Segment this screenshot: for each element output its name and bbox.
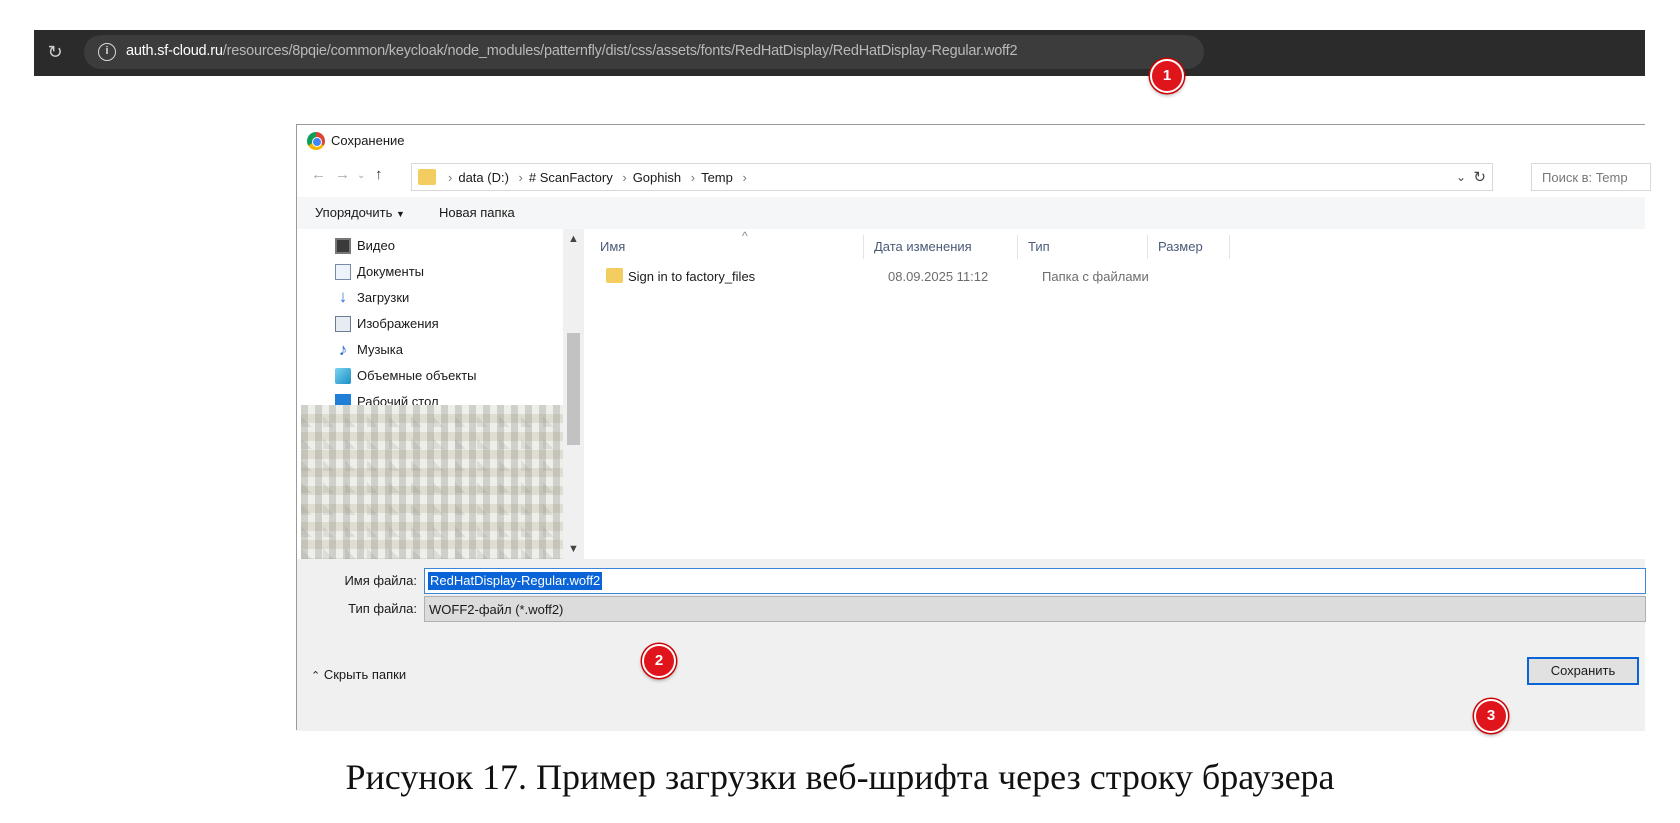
marker-3: 3 [1474,699,1508,733]
up-arrow-icon[interactable]: ↑ [375,166,383,183]
breadcrumb: › data (D:) › # ScanFactory › Gophish › Temp… [448,170,747,185]
column-header-label: Имя [600,239,626,254]
nav-item-label: Объемные объекты [357,368,477,383]
column-header-type[interactable]: Тип [1020,235,1148,259]
documents-icon [335,264,351,280]
filename-input[interactable]: RedHatDisplay-Regular.woff2 [424,568,1646,594]
filetype-value: WOFF2-файл (*.woff2) [429,602,564,617]
images-icon [335,316,351,332]
column-header-size[interactable]: Размер [1150,235,1230,259]
search-input[interactable]: Поиск в: Temp [1531,163,1651,191]
figure-caption: Рисунок 17. Пример загрузки веб-шрифта ч… [345,757,1335,797]
dialog-bottom-panel: Имя файла: RedHatDisplay-Regular.woff2 Т… [297,559,1646,731]
nav-item-music[interactable]: ♪ Музыка [335,339,575,361]
browser-address-bar: ↻ i auth.sf-cloud.ru/resources/8pqie/com… [34,30,1645,76]
url-path: /resources/8pqie/common/keycloak/node_mo… [222,43,1018,59]
refresh-icon[interactable]: ↻ [1473,168,1486,186]
nav-item-downloads[interactable]: ↓ Загрузки [335,287,575,309]
nav-item-images[interactable]: Изображения [335,313,575,335]
path-dropdown-chevron-icon[interactable]: ⌄ [1456,170,1466,184]
scroll-up-arrow-icon[interactable]: ▲ [568,233,579,245]
downloads-icon: ↓ [338,287,348,306]
nav-item-label: Документы [357,264,425,279]
music-icon: ♪ [338,340,348,359]
folder-icon [418,169,436,185]
dialog-title: Сохранение [331,133,405,148]
column-header-name[interactable]: Имя ^ [584,229,864,259]
folder-icon [606,268,623,283]
url-text[interactable]: auth.sf-cloud.ru/resources/8pqie/common/… [126,43,1018,59]
hide-folders-label: Скрыть папки [323,667,407,682]
dialog-toolbar: Упорядочить ▼ Новая папка [297,197,1645,229]
nav-pane-scrollbar[interactable]: ▲ ▼ [563,229,584,559]
video-icon [335,238,351,254]
nav-item-label: Изображения [357,316,439,331]
back-arrow-icon[interactable]: ← [311,166,326,183]
chrome-icon [307,132,325,150]
crumb-gophish[interactable]: Gophish [633,170,681,185]
address-path[interactable]: › data (D:) › # ScanFactory › Gophish › Temp… [411,163,1493,191]
file-date: 08.09.2025 11:12 [888,269,989,284]
column-header-date[interactable]: Дата изменения [866,235,1018,259]
new-folder-button[interactable]: Новая папка [439,205,515,220]
nav-item-label: Загрузки [357,290,410,305]
recent-locations-chevron-icon[interactable]: ⌄ [357,170,365,181]
navigation-pane: Видео Документы ↓ Загрузки Изображения ♪… [297,229,584,559]
marker-2: 2 [642,644,676,678]
table-row[interactable]: Sign in to factory_files 08.09.2025 11:1… [606,265,1206,289]
crumb-drive[interactable]: data (D:) [458,170,509,185]
filetype-select[interactable]: WOFF2-файл (*.woff2) [424,596,1646,622]
scroll-down-arrow-icon[interactable]: ▼ [568,543,579,555]
url-field[interactable]: i auth.sf-cloud.ru/resources/8pqie/commo… [84,35,1204,69]
reload-icon[interactable]: ↻ [44,41,66,63]
filename-label: Имя файла: [344,573,417,588]
search-placeholder: Поиск в: Temp [1542,170,1628,185]
scroll-thumb[interactable] [567,333,580,445]
save-button[interactable]: Сохранить [1527,657,1639,685]
filename-value: RedHatDisplay-Regular.woff2 [428,572,603,590]
file-list: Имя ^ Дата изменения Тип Размер Sign in … [584,229,1646,559]
forward-arrow-icon[interactable]: → [335,166,350,183]
file-type: Папка с файлами [1042,269,1149,284]
dialog-titlebar: Сохранение [297,125,1645,157]
navigation-bar: ← → ⌄ ↑ › data (D:) › # ScanFactory › Gophi… [297,161,1651,193]
crumb-temp[interactable]: Temp [701,170,733,185]
filetype-label: Тип файла: [348,601,417,616]
url-host: auth.sf-cloud.ru [126,43,223,59]
save-dialog: Сохранение ← → ⌄ ↑ › data (D:) › # ScanFac… [296,124,1651,731]
nav-item-documents[interactable]: Документы [335,261,575,283]
site-info-icon[interactable]: i [98,43,116,61]
sort-ascending-icon: ^ [742,229,748,243]
organize-label: Упорядочить [315,205,393,220]
nav-item-label: Видео [357,238,395,253]
3d-objects-icon [335,368,351,384]
organize-button[interactable]: Упорядочить ▼ [315,205,405,220]
nav-item-video[interactable]: Видео [335,235,575,257]
file-name: Sign in to factory_files [628,269,756,284]
marker-1: 1 [1150,59,1184,93]
redacted-area [301,405,563,559]
crumb-scanfactory[interactable]: # ScanFactory [529,170,613,185]
chevron-up-icon: ⌃ [311,670,321,682]
hide-folders-button[interactable]: ⌃ Скрыть папки [311,667,406,682]
nav-item-3d-objects[interactable]: Объемные объекты [335,365,575,387]
nav-item-label: Музыка [357,342,403,357]
dropdown-triangle-icon: ▼ [395,209,405,219]
